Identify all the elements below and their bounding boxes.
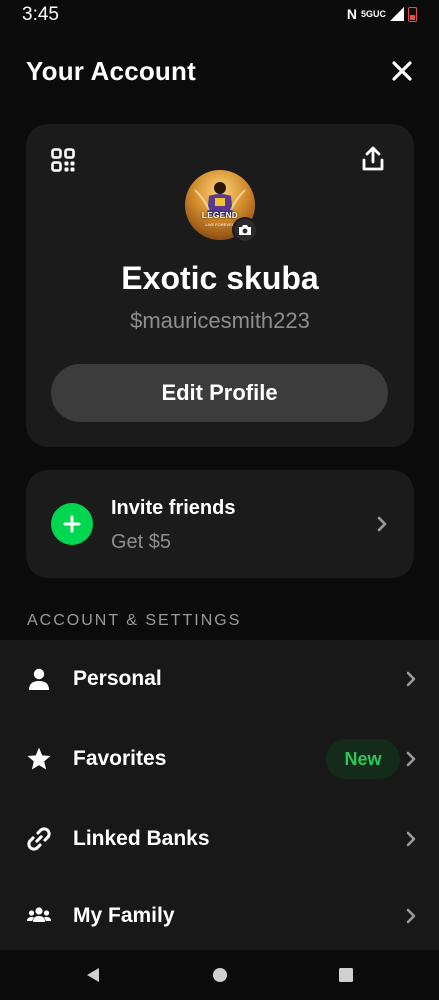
- status-icons: N 5GUC: [347, 6, 417, 22]
- star-icon: [25, 745, 53, 773]
- close-icon: [392, 61, 412, 81]
- signal-icon: [390, 7, 404, 21]
- avatar-wrap: LEGEND LIVE FOREVER: [185, 170, 258, 243]
- invite-friends-card[interactable]: Invite friends Get $5: [26, 470, 414, 578]
- edit-profile-button[interactable]: Edit Profile: [51, 364, 388, 422]
- nav-back-button[interactable]: [81, 964, 105, 986]
- chevron-right-icon: [406, 751, 416, 767]
- invite-title: Invite friends: [111, 497, 236, 519]
- settings-item-favorites[interactable]: Favorites New: [0, 720, 439, 798]
- profile-card: LEGEND LIVE FOREVER Exotic skuba $mauric…: [26, 124, 414, 447]
- settings-item-label: Personal: [73, 667, 162, 690]
- chevron-right-icon: [406, 831, 416, 847]
- settings-item-label: Favorites: [73, 747, 167, 770]
- settings-item-label: Linked Banks: [73, 827, 210, 850]
- family-icon: [25, 902, 53, 930]
- section-header: ACCOUNT & SETTINGS: [27, 612, 242, 629]
- page-title: Your Account: [26, 55, 196, 86]
- cashtag: $mauricesmith223: [130, 308, 310, 333]
- system-nav-bar: [0, 950, 439, 1000]
- header: Your Account: [26, 50, 419, 92]
- home-icon: [213, 968, 227, 982]
- qr-code-icon: [51, 148, 75, 172]
- nav-recents-button[interactable]: [334, 964, 358, 986]
- recents-icon: [339, 968, 353, 982]
- settings-item-personal[interactable]: Personal: [0, 640, 439, 718]
- close-button[interactable]: [385, 54, 419, 88]
- settings-item-label: My Family: [73, 904, 175, 927]
- chevron-right-icon: [406, 671, 416, 687]
- camera-icon: [239, 225, 251, 235]
- settings-item-my-family[interactable]: My Family: [0, 877, 439, 955]
- settings-item-linked-banks[interactable]: Linked Banks: [0, 800, 439, 878]
- nav-home-button[interactable]: [208, 964, 232, 986]
- share-button[interactable]: [361, 146, 389, 176]
- chevron-right-icon: [406, 908, 416, 924]
- settings-list: Personal Favorites New Linked Banks My F…: [0, 640, 439, 950]
- status-time: 3:45: [22, 4, 59, 25]
- person-icon: [25, 665, 53, 693]
- share-icon: [362, 146, 384, 171]
- nfc-icon: N: [346, 6, 357, 22]
- back-icon: [87, 968, 99, 982]
- battery-icon: [408, 6, 417, 22]
- network-type: 5GUC: [360, 9, 386, 19]
- invite-plus-icon: [51, 503, 93, 545]
- change-photo-button[interactable]: [232, 217, 258, 243]
- display-name: Exotic skuba: [121, 260, 319, 296]
- link-icon: [25, 825, 53, 853]
- status-bar: 3:45 N 5GUC: [0, 0, 439, 30]
- invite-subtitle: Get $5: [111, 531, 172, 553]
- chevron-right-icon: [377, 516, 387, 532]
- new-badge: New: [326, 739, 400, 779]
- qr-code-button[interactable]: [51, 148, 79, 176]
